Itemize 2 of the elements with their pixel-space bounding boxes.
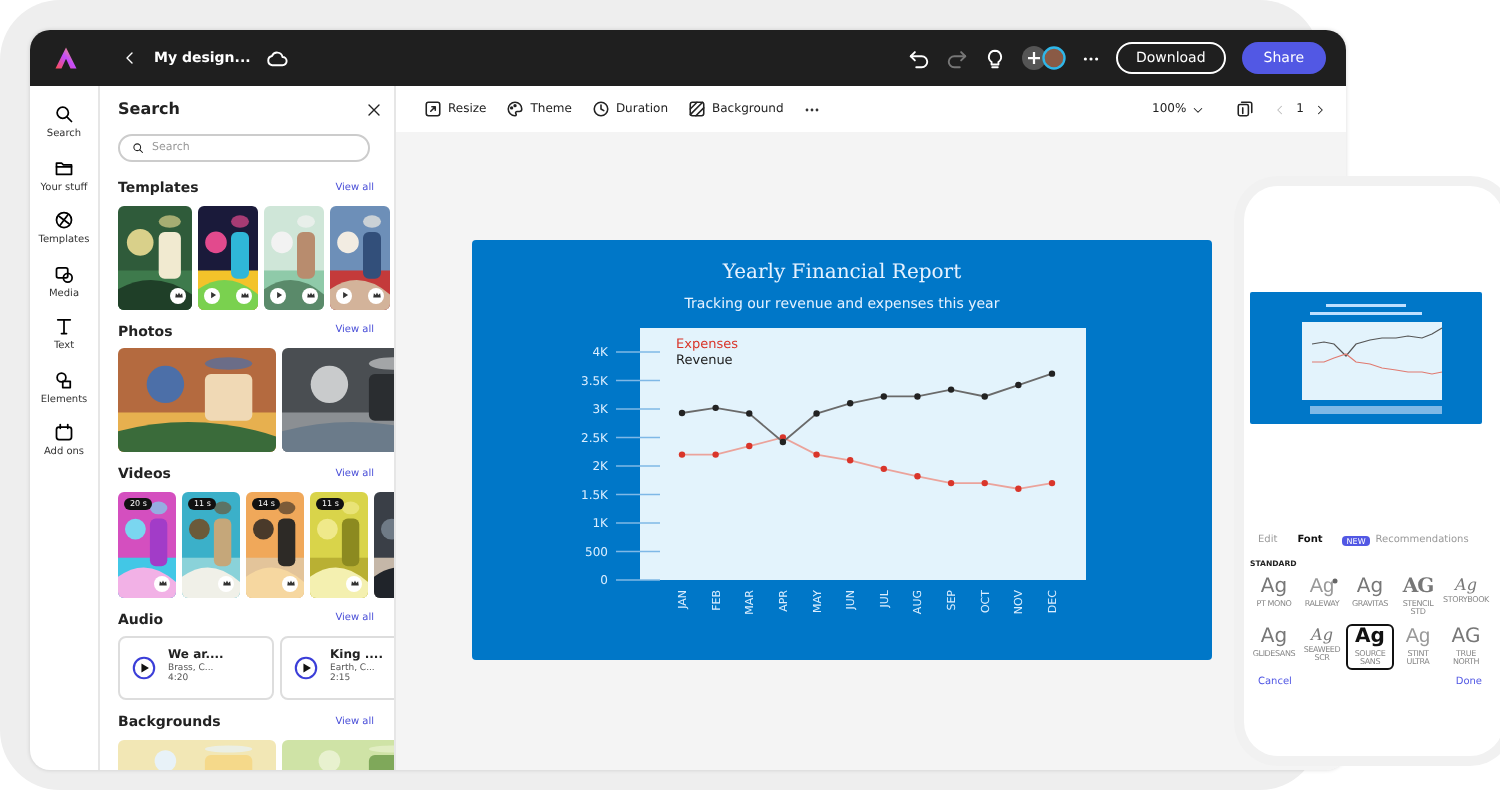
design-title: Yearly Financial Report [722,260,962,288]
panel-title: Search [118,98,180,122]
